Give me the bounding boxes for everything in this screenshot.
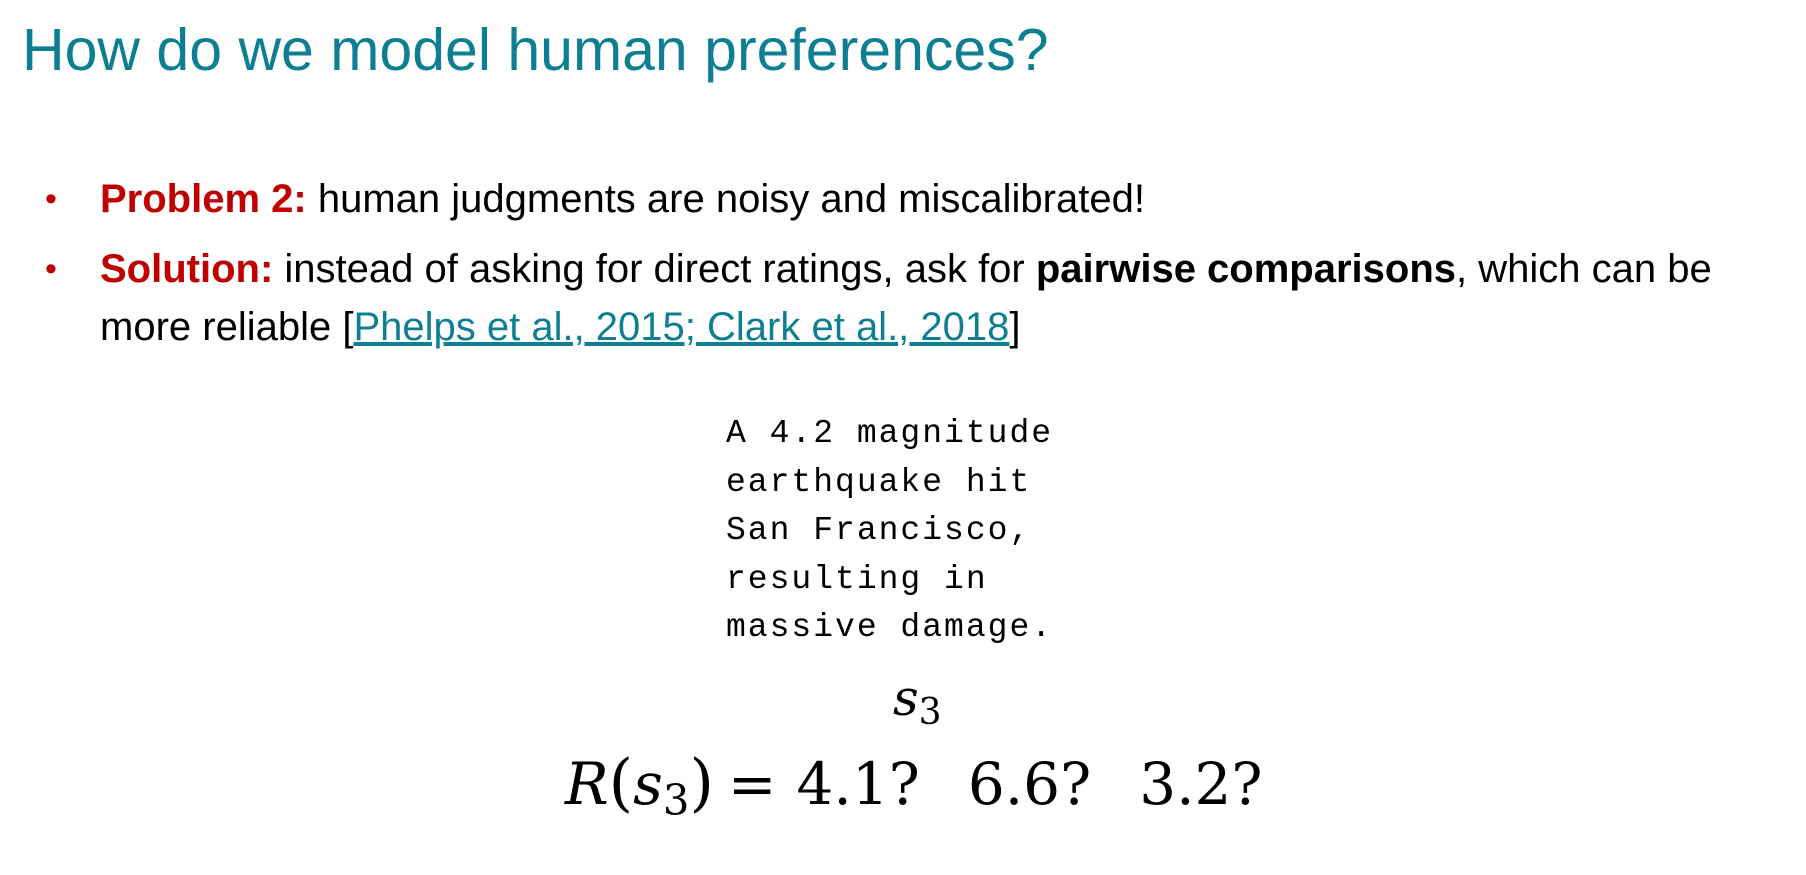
formula-var: s bbox=[633, 750, 663, 818]
example-label: s3 bbox=[893, 668, 942, 731]
bullet-keyword: Solution: bbox=[100, 247, 274, 291]
reward-formula: R(s3) = 4.1? 6.6? 3.2? bbox=[565, 746, 1311, 821]
bullet-emphasis: pairwise comparisons bbox=[1035, 247, 1457, 291]
rating-value: 6.6? bbox=[967, 750, 1092, 818]
rating-value: 3.2? bbox=[1139, 750, 1263, 818]
example-line: A 4.2 magnitude bbox=[726, 415, 1054, 452]
formula-sub: 3 bbox=[662, 775, 690, 825]
citation-link[interactable]: Phelps et al., 2015; Clark et al., 2018 bbox=[353, 305, 1009, 349]
example-line: resulting in bbox=[726, 560, 988, 598]
bullet-body: instead of asking for direct ratings, as… bbox=[273, 247, 1036, 291]
example-label-sub: 3 bbox=[918, 692, 942, 733]
bullet-keyword: Problem 2: bbox=[100, 177, 307, 221]
example-line: massive damage. bbox=[726, 609, 1054, 646]
formula-func: R bbox=[565, 750, 609, 818]
bullet-bracket-close: ] bbox=[1009, 305, 1021, 349]
bullet-text: Solution: instead of asking for direct r… bbox=[100, 240, 1800, 356]
rating-value: 4.1? bbox=[796, 750, 920, 818]
bullet-dot-icon: • bbox=[45, 250, 57, 288]
formula-close-paren: ) bbox=[689, 746, 714, 819]
example-label-var: s bbox=[893, 669, 919, 727]
formula-equals: = bbox=[727, 750, 777, 818]
slide-title: How do we model human preferences? bbox=[22, 17, 1049, 83]
bullet-body: human judgments are noisy and miscalibra… bbox=[306, 177, 1145, 221]
example-sentence: A 4.2 magnitude earthquake hit San Franc… bbox=[726, 410, 1053, 653]
bullet-text: Problem 2: human judgments are noisy and… bbox=[100, 170, 1800, 228]
bullet-dot-icon: • bbox=[45, 180, 57, 218]
example-line: San Francisco, bbox=[726, 512, 1032, 549]
formula-open-paren: ( bbox=[608, 746, 634, 819]
example-line: earthquake hit bbox=[726, 463, 1032, 501]
